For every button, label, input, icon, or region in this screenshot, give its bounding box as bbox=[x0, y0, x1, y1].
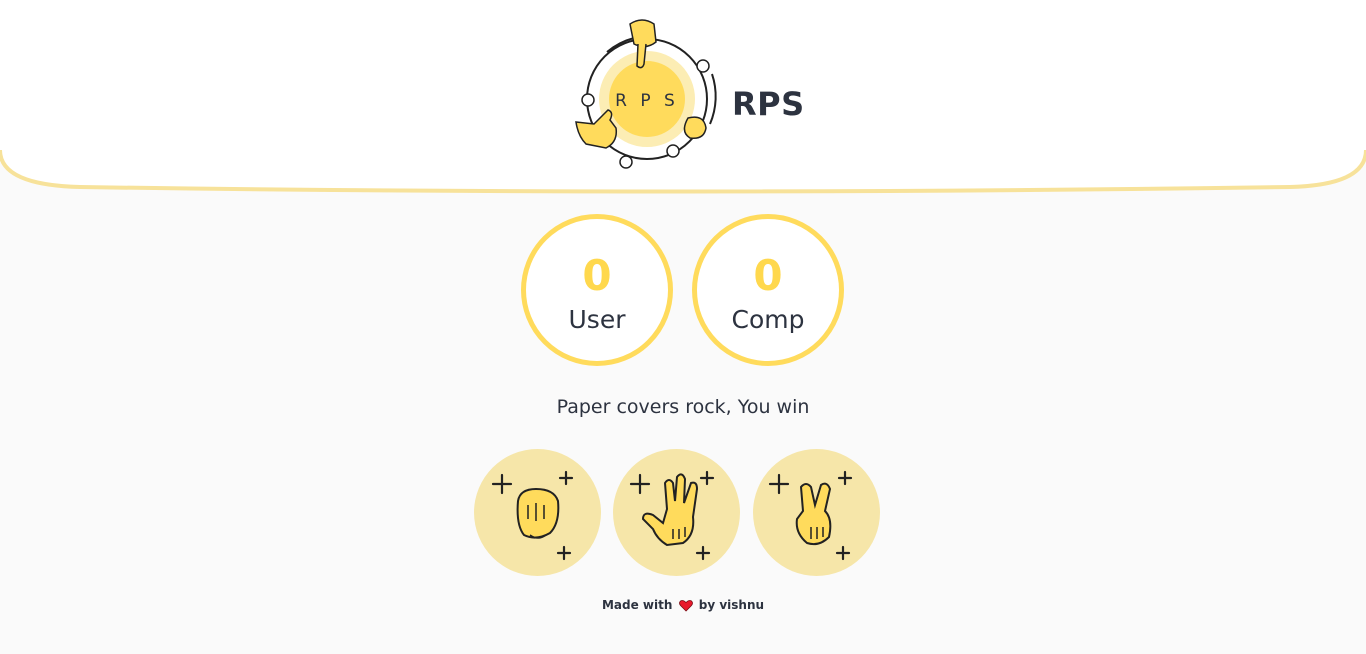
paper-hand-icon bbox=[629, 470, 715, 561]
comp-score-badge: 0 Comp bbox=[692, 214, 844, 366]
brand: R P S RPS bbox=[572, 14, 812, 176]
user-score-value: 0 bbox=[582, 251, 612, 300]
page-title: RPS bbox=[732, 85, 805, 123]
comp-score-value: 0 bbox=[753, 251, 783, 300]
footer-made-with: Made with bbox=[601, 598, 673, 612]
user-score-badge: 0 User bbox=[521, 214, 673, 366]
footer: Made with by vishnu bbox=[0, 598, 1366, 612]
scissors-button[interactable] bbox=[753, 449, 880, 576]
logo-text: R P S bbox=[615, 91, 679, 111]
scissors-hand-icon bbox=[768, 470, 853, 561]
footer-author: by vishnu bbox=[698, 598, 765, 612]
rock-button[interactable] bbox=[474, 449, 601, 576]
paper-button[interactable] bbox=[613, 449, 740, 576]
user-score-label: User bbox=[568, 305, 626, 334]
result-message: Paper covers rock, You win bbox=[556, 396, 810, 418]
rock-hand-icon bbox=[491, 470, 574, 561]
heart-icon bbox=[678, 599, 693, 612]
comp-score-label: Comp bbox=[731, 305, 805, 334]
rps-logo-icon: R P S bbox=[575, 19, 717, 169]
